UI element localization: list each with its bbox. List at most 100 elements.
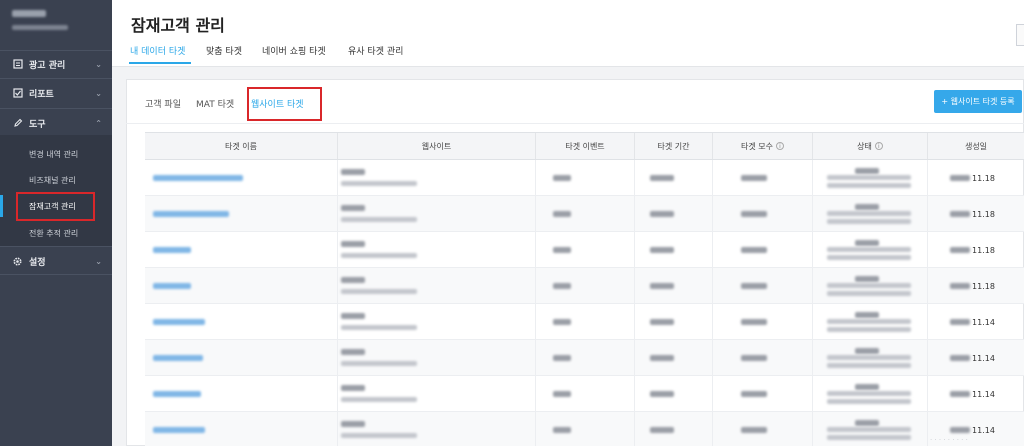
table-cell [536,376,635,412]
col-label: 웹사이트 [421,141,452,151]
sidebar-item-ad-manage[interactable]: 광고 관리 ⌄ [0,51,112,77]
submenu-label: 전환 추적 관리 [29,228,79,238]
website-url-redacted [341,325,417,330]
tab-naver-shopping-target[interactable]: 네이버 쇼핑 타겟 [262,44,326,57]
watermark: · · · · · · · · · [930,436,968,444]
website-name-redacted [341,385,365,391]
subtab-customer-file[interactable]: 고객 파일 [145,97,181,110]
date-year-redacted [950,247,970,253]
status-detail-redacted [827,219,911,224]
col-label: 생성일 [964,141,988,151]
target-name-link[interactable] [153,427,205,433]
target-name-link[interactable] [153,283,191,289]
status-redacted [855,312,879,318]
col-header-target-event[interactable]: 타겟 이벤트 [536,133,635,159]
tab-custom-target[interactable]: 맞춤 타겟 [206,44,242,57]
target-name-link[interactable] [153,355,203,361]
info-icon[interactable]: i [775,142,784,150]
table-row[interactable]: 11.14 [145,340,1024,376]
status-detail-redacted [827,363,911,368]
target-event-redacted [553,427,571,433]
info-icon[interactable]: i [874,142,883,150]
table-cell [635,376,713,412]
col-header-website[interactable]: 웹사이트 [338,133,536,159]
website-name-redacted [341,421,365,427]
target-name-link[interactable] [153,175,243,181]
table-cell [635,160,713,196]
sidebar-item-label: 설정 [29,257,46,268]
add-website-target-button[interactable]: + 웹사이트 타겟 등록 [934,90,1022,113]
header-action-button[interactable] [1016,24,1024,46]
active-tab-underline [129,62,191,64]
submenu-conversion-tracking[interactable]: 전환 추적 관리 [0,222,112,244]
divider [0,246,112,247]
table-row[interactable]: 11.14 [145,376,1024,412]
sidebar-item-report[interactable]: 리포트 ⌄ [0,80,112,106]
tab-my-data-target[interactable]: 내 데이터 타겟 [130,44,185,57]
col-label: 타겟 이름 [225,141,257,151]
table-cell [338,196,536,232]
table-cell [635,304,713,340]
target-size-redacted [741,355,767,361]
website-name-redacted [341,349,365,355]
table-row[interactable]: 11.18 [145,232,1024,268]
status-detail-redacted [827,435,911,440]
target-event-redacted [553,319,571,325]
target-event-redacted [553,211,571,217]
website-url-redacted [341,181,417,186]
website-name-redacted [341,169,365,175]
sidebar-item-label: 리포트 [29,89,54,100]
target-name-link[interactable] [153,319,205,325]
table-header: 타겟 이름 웹사이트 타겟 이벤트 타겟 기간 타겟 모수 i 상태 i 생성일 [145,132,1024,160]
tab-similar-target[interactable]: 유사 타겟 관리 [348,44,403,57]
col-header-target-name[interactable]: 타겟 이름 [145,133,338,159]
website-name-redacted [341,241,365,247]
status-detail-redacted [827,355,911,360]
subtab-mat-target[interactable]: MAT 타겟 [196,97,234,110]
status-detail-redacted [827,283,911,288]
col-header-target-period[interactable]: 타겟 기간 [635,133,713,159]
target-size-redacted [741,391,767,397]
pencil-icon [12,118,23,129]
table-row[interactable]: 11.18 [145,268,1024,304]
account-name-redacted [12,10,46,17]
submenu-biz-channel[interactable]: 비즈채널 관리 [0,169,112,191]
table-row[interactable]: 11.14 [145,412,1024,446]
table-row[interactable]: 11.18 [145,196,1024,232]
table-cell [338,268,536,304]
gear-icon [12,256,23,267]
created-date: 11.18 [950,196,995,232]
col-header-status[interactable]: 상태 i [813,133,928,159]
target-name-link[interactable] [153,211,229,217]
sidebar-item-settings[interactable]: 설정 ⌄ [0,248,112,274]
created-date-text: 11.18 [972,209,995,219]
sidebar-item-label: 도구 [29,119,46,130]
status-detail-redacted [827,175,911,180]
table-cell [338,412,536,446]
target-size-redacted [741,427,767,433]
created-date-text: 11.18 [972,245,995,255]
target-period-redacted [650,247,674,253]
table-cell [536,232,635,268]
target-name-link[interactable] [153,391,201,397]
created-date: 11.14 [950,304,995,340]
table-row[interactable]: 11.14 [145,304,1024,340]
col-header-target-size[interactable]: 타겟 모수 i [713,133,813,159]
date-year-redacted [950,319,970,325]
submenu-change-history[interactable]: 변경 내역 관리 [0,143,112,165]
sidebar-item-tools[interactable]: 도구 ⌃ [0,110,112,136]
table-cell [635,232,713,268]
website-url-redacted [341,397,417,402]
divider [0,78,112,79]
status-detail-redacted [827,183,911,188]
status-detail-redacted [827,399,911,404]
col-header-created[interactable]: 생성일 [928,133,1024,159]
table-cell [536,340,635,376]
target-period-redacted [650,427,674,433]
chevron-down-icon: ⌄ [95,59,102,69]
highlight-box-subtab [247,87,322,121]
table-row[interactable]: 11.18 [145,160,1024,196]
target-name-link[interactable] [153,247,191,253]
status-detail-redacted [827,427,911,432]
table-cell [338,340,536,376]
